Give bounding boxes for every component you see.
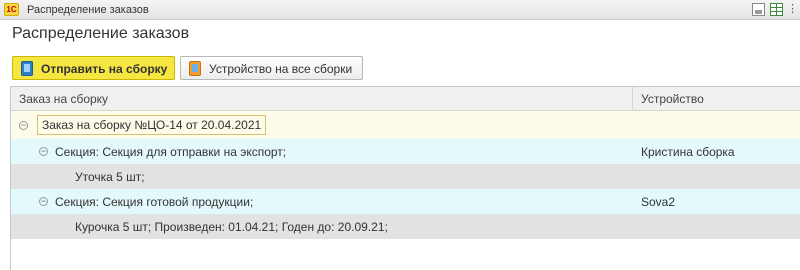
send-to-assembly-label: Отправить на сборку bbox=[41, 62, 168, 76]
device-for-all-button[interactable]: Устройство на все сборки bbox=[180, 56, 363, 80]
send-device-icon bbox=[21, 61, 33, 76]
item-cell[interactable]: Уточка 5 шт; bbox=[75, 170, 145, 184]
table-row-item[interactable]: Уточка 5 шт; bbox=[11, 164, 800, 189]
collapse-toggle-icon[interactable]: − bbox=[39, 147, 48, 156]
collapse-toggle-icon[interactable]: − bbox=[19, 121, 28, 130]
column-header-order[interactable]: Заказ на сборку bbox=[19, 92, 108, 106]
device-icon bbox=[189, 61, 201, 76]
orders-grid[interactable]: Заказ на сборку Устройство − Заказ на сб… bbox=[10, 86, 800, 270]
window-titlebar: 1С Распределение заказов ⋮ bbox=[0, 0, 800, 20]
print-icon[interactable] bbox=[752, 3, 765, 16]
device-cell[interactable]: Sova2 bbox=[641, 195, 675, 209]
collapse-toggle-icon[interactable]: − bbox=[39, 197, 48, 206]
device-for-all-label: Устройство на все сборки bbox=[209, 62, 353, 76]
table-icon[interactable] bbox=[770, 3, 783, 16]
column-divider[interactable] bbox=[632, 87, 633, 111]
section-cell[interactable]: Секция: Секция для отправки на экспорт; bbox=[55, 145, 286, 159]
page-title: Распределение заказов bbox=[12, 25, 190, 42]
order-cell[interactable]: Заказ на сборку №ЦО-14 от 20.04.2021 bbox=[37, 115, 267, 135]
send-to-assembly-button[interactable]: Отправить на сборку bbox=[12, 56, 175, 80]
window-title: Распределение заказов bbox=[27, 4, 149, 16]
table-row-section[interactable]: − Секция: Секция для отправки на экспорт… bbox=[11, 139, 800, 164]
device-cell[interactable]: Кристина сборка bbox=[641, 145, 735, 159]
table-row-section[interactable]: − Секция: Секция готовой продукции; Sova… bbox=[11, 189, 800, 214]
table-row-item[interactable]: Курочка 5 шт; Произведен: 01.04.21; Годе… bbox=[11, 214, 800, 239]
app-logo-icon: 1С bbox=[4, 3, 19, 16]
grid-header: Заказ на сборку Устройство bbox=[11, 87, 800, 111]
table-row-order[interactable]: − Заказ на сборку №ЦО-14 от 20.04.2021 bbox=[11, 111, 800, 139]
section-cell[interactable]: Секция: Секция готовой продукции; bbox=[55, 195, 253, 209]
more-icon[interactable]: ⋮ bbox=[787, 3, 798, 16]
column-header-device[interactable]: Устройство bbox=[641, 92, 704, 106]
item-cell[interactable]: Курочка 5 шт; Произведен: 01.04.21; Годе… bbox=[75, 220, 388, 234]
